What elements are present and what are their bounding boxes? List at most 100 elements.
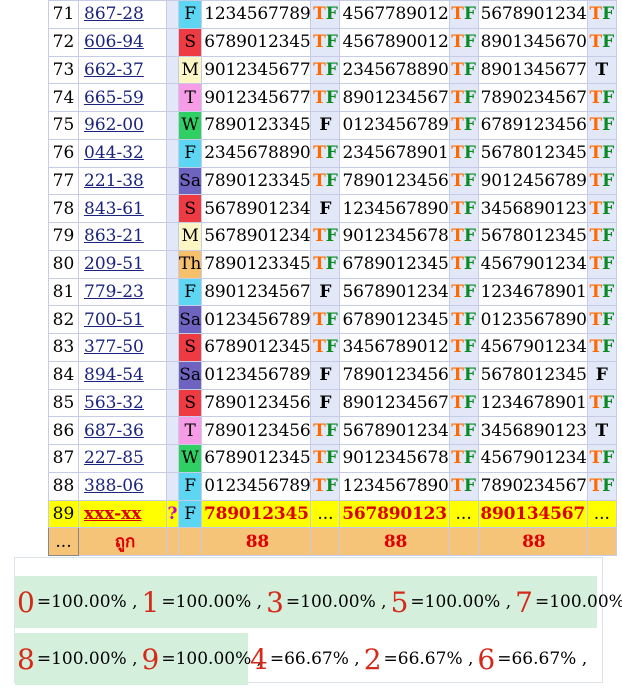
row-code-cell: 221-38 <box>78 166 167 196</box>
tf-result-1: F <box>310 194 341 223</box>
digit-sequence-2: 1234567890 <box>339 194 450 223</box>
count-tf-gap-1 <box>310 527 341 557</box>
tf-result-2: TF <box>448 111 479 140</box>
digit-stats-line-2-partial: 4 =66.67% , 2 =66.67% , 6 =66.67% , <box>248 633 591 685</box>
row-code-cell: 962-00 <box>78 111 167 140</box>
digit-sequence-1: 7890123456 <box>201 388 312 418</box>
row-gap <box>166 111 179 140</box>
table-row: 79 863-21 M 5678901234 TF 9012345678 TF 5678012… <box>48 222 617 251</box>
tf-result-3: F <box>586 360 617 390</box>
tf-result-2: TF <box>448 360 479 390</box>
correct-count-2: 88 <box>339 527 450 557</box>
day-badge: M <box>177 222 203 251</box>
day-badge: S <box>177 333 203 362</box>
row-code-link[interactable]: 221-38 <box>84 171 144 191</box>
row-gap <box>166 166 179 196</box>
day-badge: Th <box>177 249 203 279</box>
correct-count-3: 88 <box>477 527 588 557</box>
prediction-sequence-1: 789012345 <box>201 499 312 529</box>
table-row: 85 563-32 S 7890123456 F 8901234567 TF 12346789… <box>48 388 617 418</box>
row-code-link[interactable]: 662-37 <box>84 60 144 80</box>
row-code-cell: 867-28 <box>78 0 167 29</box>
row-code-cell: 606-94 <box>78 27 167 57</box>
digit-sequence-1: 7890123345 <box>201 111 312 140</box>
stat-percent: =100.00% , <box>36 649 138 669</box>
count-tf-gap-2 <box>448 527 479 557</box>
tf-result-2: TF <box>448 444 479 473</box>
digit-sequence-3: 8901345677 <box>477 55 588 85</box>
tf-result-2: TF <box>448 138 479 168</box>
digit-sequence-2: 6789012345 <box>339 249 450 279</box>
row-number: 84 <box>48 360 79 390</box>
tf-result-1: TF <box>310 222 341 251</box>
digit-sequence-2: 8901234567 <box>339 83 450 112</box>
day-badge: Sa <box>177 166 203 196</box>
row-code-link[interactable]: 894-54 <box>84 365 144 385</box>
digit-sequence-1: 6789012345 <box>201 333 312 362</box>
row-code-link[interactable]: 606-94 <box>84 32 144 52</box>
day-badge: T <box>177 416 203 445</box>
row-code-link[interactable]: 843-61 <box>84 199 144 219</box>
tf-result-2: TF <box>448 471 479 501</box>
prediction-code-link[interactable]: xxx-xx <box>84 504 141 524</box>
row-code-cell: 209-51 <box>78 249 167 279</box>
prediction-day: F <box>177 499 203 529</box>
tf-result-1: F <box>310 360 341 390</box>
day-badge: S <box>177 388 203 418</box>
digit-sequence-1: 1234567789 <box>201 0 312 29</box>
row-code-link[interactable]: 388-06 <box>84 476 144 496</box>
row-code-cell: 377-50 <box>78 333 167 362</box>
tf-result-3: TF <box>586 83 617 112</box>
row-code-link[interactable]: 779-23 <box>84 282 144 302</box>
stat-percent: =66.67% , <box>269 649 360 669</box>
prediction-row: 89 xxx-xx? F 789012345... 567890123... 890134… <box>48 499 617 529</box>
row-gap <box>166 55 179 85</box>
digit-sequence-1: 5678901234 <box>201 222 312 251</box>
digit-sequence-3: 5678012345 <box>477 138 588 168</box>
row-code-link[interactable]: 227-85 <box>84 448 144 468</box>
row-code-link[interactable]: 563-32 <box>84 393 144 413</box>
tf-result-1: F <box>310 277 341 307</box>
digit-sequence-3: 9012456789 <box>477 166 588 196</box>
row-gap <box>166 305 179 334</box>
row-code-link[interactable]: 687-36 <box>84 421 144 441</box>
digit-sequence-2: 6789012345 <box>339 305 450 334</box>
row-code-link[interactable]: 665-59 <box>84 88 144 108</box>
stat-percent: =100.00% , <box>410 592 512 612</box>
row-code-cell: 227-85 <box>78 444 167 473</box>
tf-result-2: TF <box>448 55 479 85</box>
tf-result-1: TF <box>310 333 341 362</box>
row-code-link[interactable]: 962-00 <box>84 115 144 135</box>
digit-sequence-1: 7890123345 <box>201 249 312 279</box>
row-code-link[interactable]: 700-51 <box>84 310 144 330</box>
digit-sequence-1: 8901234567 <box>201 277 312 307</box>
tf-result-3: TF <box>586 138 617 168</box>
tf-result-1: F <box>310 111 341 140</box>
table-row: 73 662-37 M 9012345677 TF 2345678890 TF 8901345… <box>48 55 617 85</box>
row-code-link[interactable]: 867-28 <box>84 4 144 24</box>
digit-sequence-3: 8901345670 <box>477 27 588 57</box>
tf-result-2: TF <box>448 27 479 57</box>
digit-sequence-1: 9012345677 <box>201 55 312 85</box>
digit-sequence-2: 5678901234 <box>339 416 450 445</box>
digit-sequence-1: 0123456789 <box>201 471 312 501</box>
day-badge: Sa <box>177 360 203 390</box>
results-table: 71 867-28 F 1234567789 TF 4567789012 TF 5678901… <box>48 0 617 557</box>
day-badge: S <box>177 194 203 223</box>
row-number: 77 <box>48 166 79 196</box>
tf-result-3: TF <box>586 0 617 29</box>
tf-result-2: TF <box>448 249 479 279</box>
row-code-cell: 665-59 <box>78 83 167 112</box>
tf-result-3: T <box>586 55 617 85</box>
row-code-link[interactable]: 044-32 <box>84 143 144 163</box>
prediction-number: 89 <box>48 499 79 529</box>
digit-sequence-1: 0123456789 <box>201 305 312 334</box>
row-code-link[interactable]: 209-51 <box>84 254 144 274</box>
digit-sequence-2: 9012345678 <box>339 222 450 251</box>
digit-sequence-3: 7890234567 <box>477 83 588 112</box>
table-row: 76 044-32 F 2345678890 TF 2345678901 TF 5678012… <box>48 138 617 168</box>
stat-percent: =100.00% , <box>161 592 263 612</box>
row-code-link[interactable]: 377-50 <box>84 337 144 357</box>
row-code-link[interactable]: 863-21 <box>84 226 144 246</box>
digit-sequence-1: 6789012345 <box>201 27 312 57</box>
